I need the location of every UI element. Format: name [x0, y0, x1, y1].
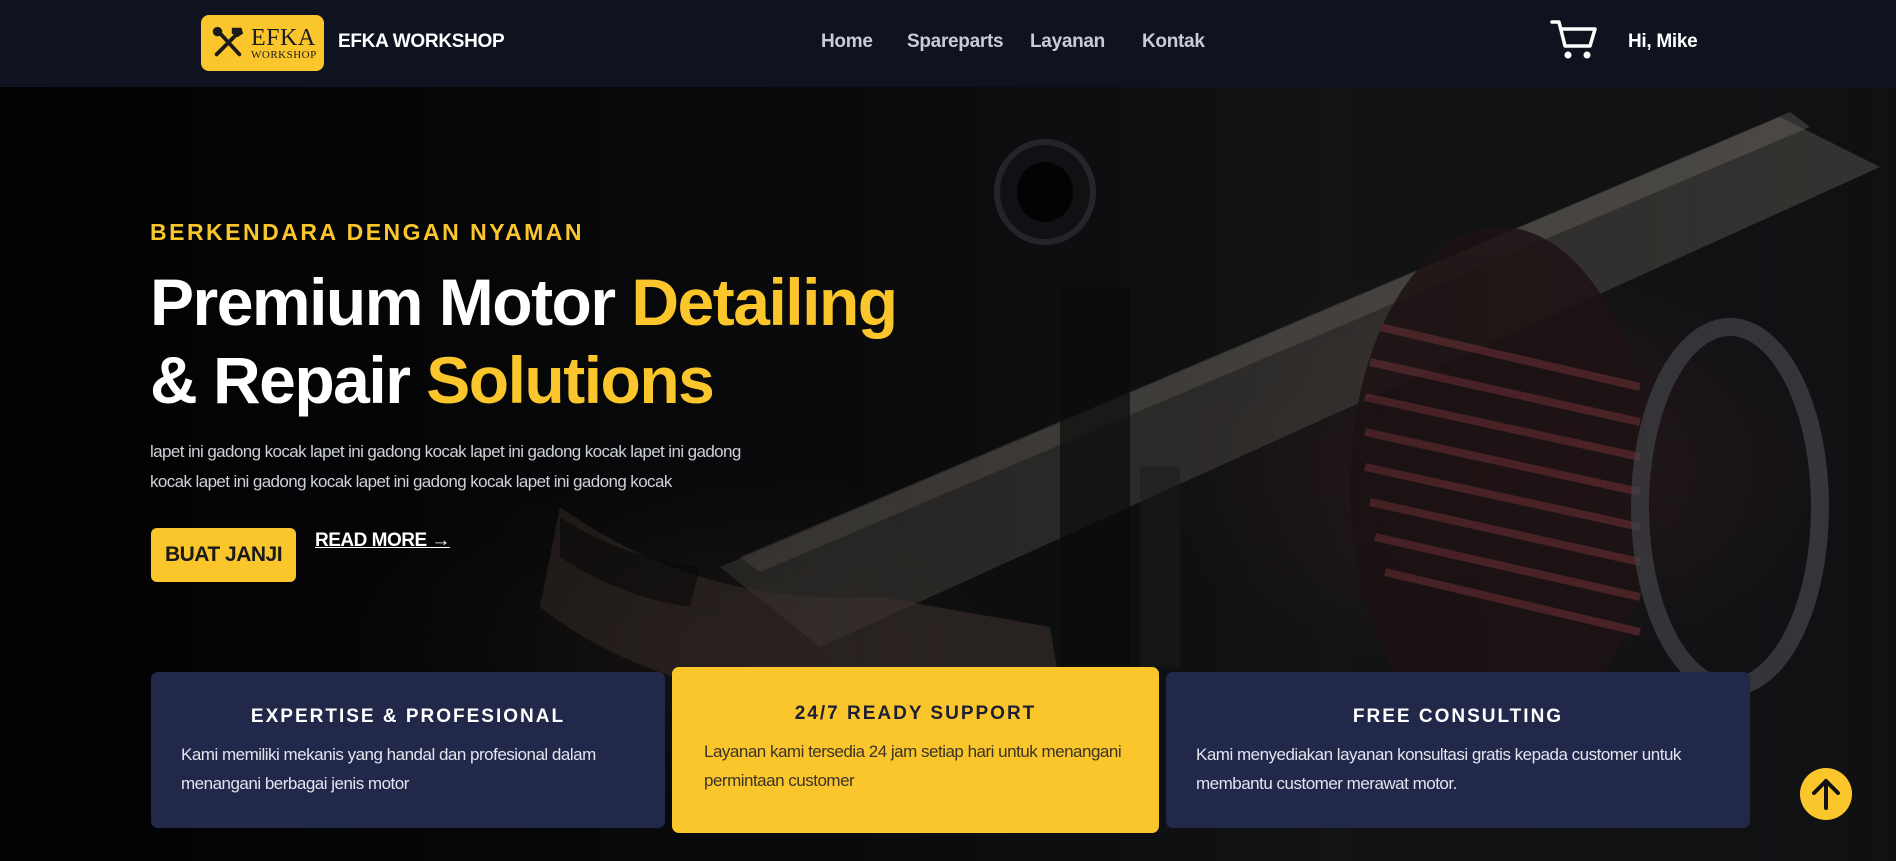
feature-title: 24/7 READY SUPPORT [794, 703, 1037, 724]
read-more-link[interactable]: READ MORE → [315, 530, 450, 552]
feature-text: Kami memiliki mekanis yang handal dan pr… [181, 745, 596, 793]
logo-line2: WORKSHOP [251, 48, 317, 61]
logo-line1: EFKA [251, 24, 316, 51]
feature-card-consulting: FREE CONSULTING Kami menyediakan layanan… [1166, 672, 1750, 828]
tools-icon [212, 26, 244, 57]
logo-text: EFKA WORKSHOP [251, 26, 317, 61]
feature-text: Layanan kami tersedia 24 jam setiap hari… [704, 742, 1122, 790]
feature-title: FREE CONSULTING [1352, 706, 1564, 727]
hero-headline: Premium Motor Detailing & Repair Solutio… [150, 263, 898, 419]
scroll-to-top-button[interactable] [1800, 768, 1852, 820]
headline-accent1: Detailing [631, 265, 898, 339]
nav-spareparts[interactable]: Spareparts [907, 31, 1004, 53]
feature-text: Kami menyediakan layanan konsultasi grat… [1196, 745, 1681, 793]
feature-card-expertise: EXPERTISE & PROFESIONAL Kami memiliki me… [151, 672, 665, 828]
feature-title: EXPERTISE & PROFESIONAL [250, 706, 566, 727]
nav-layanan[interactable]: Layanan [1030, 31, 1105, 53]
nav-home[interactable]: Home [821, 31, 873, 53]
hero-description: lapet ini gadong kocak lapet ini gadong … [150, 442, 741, 491]
book-appointment-button[interactable]: BUAT JANJI [151, 528, 296, 582]
user-greeting[interactable]: Hi, Mike [1628, 31, 1698, 53]
headline-part2: & Repair [150, 343, 427, 417]
shopping-cart-icon[interactable] [1550, 18, 1598, 62]
navbar: EFKA WORKSHOP EFKA WORKSHOP Home Sparepa… [0, 0, 1896, 87]
logo[interactable]: EFKA WORKSHOP [201, 15, 324, 71]
nav-kontak[interactable]: Kontak [1142, 31, 1205, 53]
hero-section: BERKENDARA DENGAN NYAMAN Premium Motor D… [0, 87, 1896, 861]
headline-part1: Premium Motor [150, 265, 632, 339]
arrow-up-icon [1812, 779, 1840, 810]
hero-kicker: BERKENDARA DENGAN NYAMAN [150, 219, 584, 245]
headline-accent2: Solutions [426, 343, 715, 417]
feature-card-support: 24/7 READY SUPPORT Layanan kami tersedia… [672, 667, 1159, 833]
brand-name[interactable]: EFKA WORKSHOP [338, 31, 505, 53]
